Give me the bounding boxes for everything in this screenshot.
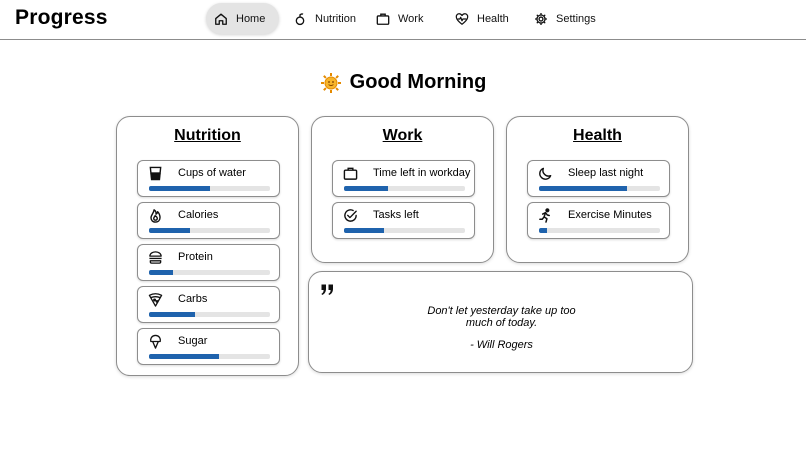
flame-icon	[148, 208, 163, 223]
sun-icon	[320, 72, 342, 94]
metric-label: Sleep last night	[568, 167, 644, 179]
check-circle-icon	[343, 208, 358, 223]
nav-home-label: Home	[236, 12, 266, 25]
nutrition-card-title: Nutrition	[174, 127, 241, 144]
metric-label: Carbs	[178, 293, 208, 305]
metric-sleep-last-night[interactable]: Sleep last night	[527, 160, 670, 197]
work-card-title: Work	[382, 127, 423, 144]
progress-fill	[149, 228, 191, 233]
metric-label: Exercise Minutes	[568, 209, 652, 221]
progress-fill	[344, 228, 384, 233]
top-navigation-bar: Progress Home Nutrition Work Health Sett…	[0, 0, 806, 40]
nav-health[interactable]: Health	[455, 3, 509, 34]
metric-label: Calories	[178, 209, 219, 221]
nav-nutrition-label: Nutrition	[315, 12, 356, 25]
metric-label: Sugar	[178, 335, 208, 347]
metric-label: Cups of water	[178, 167, 246, 179]
progress-track	[149, 270, 270, 275]
briefcase-icon	[376, 12, 390, 26]
metric-sugar[interactable]: Sugar	[137, 328, 280, 365]
burger-icon	[148, 250, 163, 265]
progress-track	[344, 228, 465, 233]
app-brand: Progress	[15, 6, 108, 29]
progress-track	[149, 312, 270, 317]
nav-home[interactable]: Home	[206, 3, 280, 34]
progress-fill	[149, 354, 220, 359]
metric-cups-of-water[interactable]: Cups of water	[137, 160, 280, 197]
quote-icon	[321, 283, 334, 295]
running-icon	[538, 208, 553, 223]
metric-label: Protein	[178, 251, 213, 263]
nav-nutrition[interactable]: Nutrition	[293, 3, 356, 34]
pizza-icon	[148, 292, 163, 307]
quote-card: Don't let yesterday take up too much of …	[308, 271, 693, 373]
progress-track	[149, 186, 270, 191]
progress-track	[149, 354, 270, 359]
briefcase-icon	[343, 166, 358, 181]
home-icon	[214, 12, 228, 26]
progress-track	[149, 228, 270, 233]
progress-fill	[149, 312, 195, 317]
progress-track	[539, 228, 660, 233]
metric-label: Time left in workday	[373, 167, 471, 179]
nav-settings-label: Settings	[556, 12, 596, 25]
progress-fill	[344, 186, 388, 191]
nav-work-label: Work	[398, 12, 424, 25]
gear-icon	[534, 12, 548, 26]
fruit-icon	[293, 12, 307, 26]
nutrition-card: Nutrition Cups of water Calories Protein…	[116, 116, 299, 376]
nav-work[interactable]: Work	[376, 3, 423, 34]
health-card-title: Health	[573, 127, 622, 144]
nav-settings[interactable]: Settings	[534, 3, 596, 34]
ice-cream-icon	[148, 334, 163, 349]
greeting-text: Good Morning	[349, 71, 487, 93]
water-glass-icon	[148, 166, 163, 181]
progress-fill	[149, 186, 210, 191]
moon-icon	[538, 166, 553, 181]
health-card: Health Sleep last night Exercise Minutes	[506, 116, 689, 263]
metric-protein[interactable]: Protein	[137, 244, 280, 281]
progress-fill	[149, 270, 174, 275]
work-card: Work Time left in workday Tasks left	[311, 116, 494, 263]
quote-text: Don't let yesterday take up too much of …	[427, 305, 576, 329]
greeting: Good Morning	[0, 71, 806, 94]
metric-tasks-left[interactable]: Tasks left	[332, 202, 475, 239]
quote-author: - Will Rogers	[470, 339, 533, 351]
heart-pulse-icon	[455, 12, 469, 26]
progress-track	[539, 186, 660, 191]
metric-exercise-minutes[interactable]: Exercise Minutes	[527, 202, 670, 239]
metric-calories[interactable]: Calories	[137, 202, 280, 239]
metric-time-left-in-workday[interactable]: Time left in workday	[332, 160, 475, 197]
metric-carbs[interactable]: Carbs	[137, 286, 280, 323]
progress-fill	[539, 186, 628, 191]
metric-label: Tasks left	[373, 209, 419, 221]
progress-track	[344, 186, 465, 191]
nav-health-label: Health	[477, 12, 509, 25]
progress-fill	[539, 228, 548, 233]
